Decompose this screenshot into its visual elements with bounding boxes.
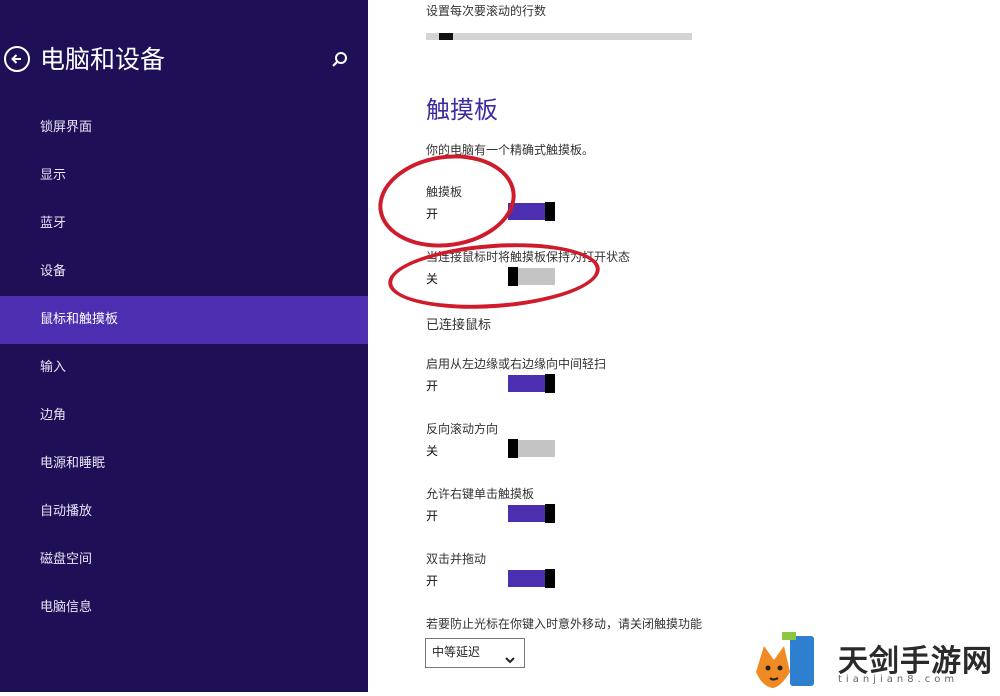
sidebar-item-disk-space[interactable]: 磁盘空间 [0,536,368,584]
scroll-lines-label: 设置每次要滚动的行数 [426,4,547,18]
watermark: 天剑手游网 tianjian8.com [752,628,1000,692]
delay-description: 若要防止光标在你键入时意外移动，请关闭触摸功能 [426,617,703,631]
page-title: 电脑和设备 [40,45,166,74]
slider-thumb[interactable] [439,33,453,40]
double-tap-drag-toggle[interactable] [508,569,555,588]
edge-swipe-toggle[interactable] [508,374,555,393]
fox-logo-icon [752,628,822,692]
sidebar-item-corners[interactable]: 边角 [0,392,368,440]
right-click-toggle[interactable] [508,504,555,523]
sidebar-item-bluetooth[interactable]: 蓝牙 [0,200,368,248]
sidebar-item-display[interactable]: 显示 [0,152,368,200]
sidebar-item-devices[interactable]: 设备 [0,248,368,296]
delay-select-value: 中等延迟 [432,645,481,659]
reverse-scroll-toggle[interactable] [508,439,555,458]
section-title: 触摸板 [426,96,498,124]
sidebar-item-lock-screen[interactable]: 锁屏界面 [0,104,368,152]
edge-swipe-label: 启用从左边缘或右边缘向中间轻扫 [426,357,607,371]
back-button[interactable] [4,46,30,72]
mouse-connected-status: 已连接鼠标 [426,318,492,333]
scroll-lines-slider[interactable] [426,33,692,40]
settings-content: 设置每次要滚动的行数 触摸板 你的电脑有一个精确式触摸板。 触摸板 开 当连接鼠… [368,0,1000,692]
sidebar-item-autoplay[interactable]: 自动播放 [0,488,368,536]
watermark-url: tianjian8.com [838,674,959,685]
double-tap-drag-state: 开 [426,574,439,588]
touchpad-toggle[interactable] [508,202,555,221]
sidebar-item-power-sleep[interactable]: 电源和睡眠 [0,440,368,488]
sidebar: 电脑和设备 锁屏界面 显示 蓝牙 设备 鼠标和触摸板 输入 边角 电源和睡眠 自… [0,0,368,692]
sidebar-nav: 锁屏界面 显示 蓝牙 设备 鼠标和触摸板 输入 边角 电源和睡眠 自动播放 磁盘… [0,104,368,632]
delay-select[interactable]: 中等延迟 [425,638,525,668]
sidebar-item-mouse-touchpad[interactable]: 鼠标和触摸板 [0,296,368,344]
edge-swipe-state: 开 [426,379,439,393]
right-click-label: 允许右键单击触摸板 [426,487,535,501]
sidebar-item-pc-info[interactable]: 电脑信息 [0,584,368,632]
reverse-scroll-state: 关 [426,444,439,458]
search-icon [330,52,350,74]
reverse-scroll-label: 反向滚动方向 [426,422,499,436]
search-button[interactable] [330,50,350,70]
sidebar-item-typing[interactable]: 输入 [0,344,368,392]
right-click-state: 开 [426,509,439,523]
double-tap-drag-label: 双击并拖动 [426,552,487,566]
chevron-down-icon [504,648,516,675]
